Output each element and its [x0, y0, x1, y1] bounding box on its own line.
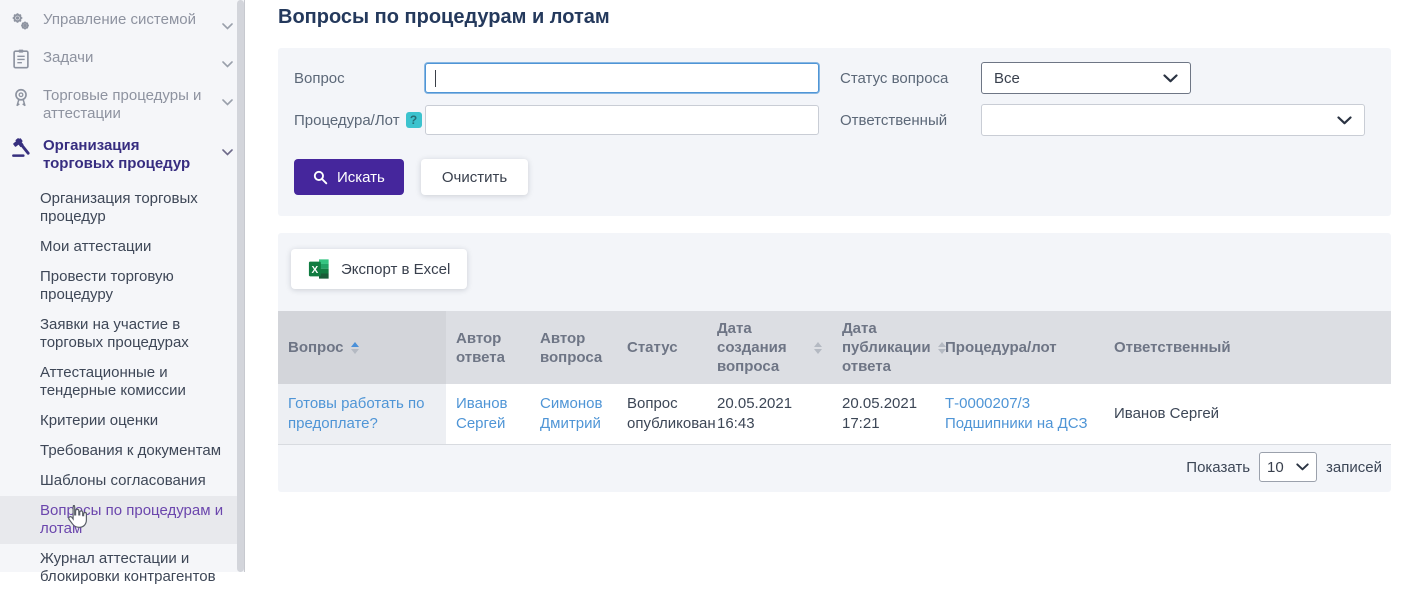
column-header-responsible[interactable]: Ответственный — [1104, 311, 1391, 384]
responsible-filter-label: Ответственный — [840, 112, 981, 129]
cell-question: Готовы работать по предоплате? — [278, 384, 446, 444]
table-header-row: Вопрос Автор ответа Автор вопроса Статус… — [278, 311, 1391, 384]
status-filter-select[interactable]: Все — [981, 62, 1191, 94]
sidebar-item-tasks[interactable]: Задачи — [0, 42, 245, 80]
results-panel: X Экспорт в Excel Вопрос Автор о — [278, 233, 1391, 492]
table-row: Готовы работать по предоплате? Иванов Се… — [278, 384, 1391, 444]
question-author-link[interactable]: Симонов Дмитрий — [540, 395, 602, 432]
chevron-down-icon — [222, 143, 233, 161]
page-title: Вопросы по процедурам и лотам — [278, 6, 1401, 29]
sidebar-item-label: Задачи — [43, 49, 222, 67]
sidebar-subitem[interactable]: Требования к документам — [0, 436, 245, 466]
cell-responsible: Иванов Сергей — [1104, 384, 1391, 444]
column-header-status[interactable]: Статус — [617, 311, 707, 384]
procedure-filter-label: Процедура/Лот ? — [294, 112, 425, 129]
clear-button[interactable]: Очистить — [421, 159, 528, 195]
cell-question-author: Симонов Дмитрий — [530, 384, 617, 444]
column-header-procedure[interactable]: Процедура/лот — [935, 311, 1104, 384]
cell-status: Вопрос опубликован — [617, 384, 707, 444]
sidebar-nav: Управление системой Задачи — [0, 0, 245, 592]
sidebar-scrollbar-thumb[interactable] — [237, 0, 244, 572]
tasks-icon — [8, 48, 34, 70]
svg-text:X: X — [312, 265, 319, 276]
sidebar-item-label: Организация торговых процедур — [43, 137, 222, 173]
sidebar-item-trading-procedures[interactable]: Торговые процедуры и аттестации — [0, 80, 245, 130]
main-content: Вопросы по процедурам и лотам Вопрос Про… — [245, 0, 1401, 572]
chevron-down-icon — [222, 93, 233, 111]
questions-table: Вопрос Автор ответа Автор вопроса Статус… — [278, 311, 1391, 445]
procedure-link[interactable]: Т-0000207/3 Подшипники на ДСЗ — [945, 395, 1088, 432]
search-button[interactable]: Искать — [294, 159, 404, 195]
sidebar: Управление системой Задачи — [0, 0, 245, 572]
sidebar-subitem[interactable]: Мои аттестации — [0, 232, 245, 262]
sidebar-item-label: Торговые процедуры и аттестации — [43, 87, 222, 123]
question-filter-label: Вопрос — [294, 70, 425, 87]
cell-procedure: Т-0000207/3 Подшипники на ДСЗ — [935, 384, 1104, 444]
page-size-value: 10 — [1267, 459, 1284, 476]
answer-author-link[interactable]: Иванов Сергей — [456, 395, 508, 432]
cell-created: 20.05.2021 16:43 — [707, 384, 832, 444]
sidebar-subitem[interactable]: Журнал аттестации и блокировки контраген… — [0, 544, 245, 592]
help-icon[interactable]: ? — [406, 112, 422, 128]
excel-icon: X — [308, 258, 330, 280]
chevron-down-icon — [222, 17, 233, 35]
search-icon — [313, 170, 328, 185]
sidebar-item-label: Управление системой — [43, 11, 222, 29]
cell-answer-author: Иванов Сергей — [446, 384, 530, 444]
sidebar-item-procedure-organization[interactable]: Организация торговых процедур — [0, 130, 245, 180]
sidebar-subitem[interactable]: Шаблоны согласования — [0, 466, 245, 496]
pagination-records-label: записей — [1326, 459, 1382, 476]
sidebar-subitem[interactable]: Заявки на участие в торговых процедурах — [0, 310, 245, 358]
column-header-question-author[interactable]: Автор вопроса — [530, 311, 617, 384]
gears-icon — [8, 10, 34, 34]
filter-panel: Вопрос Процедура/Лот ? — [278, 48, 1391, 216]
text-caret — [435, 70, 436, 87]
sidebar-subitem[interactable]: Организация торговых процедур — [0, 184, 245, 232]
question-filter-input[interactable] — [425, 63, 819, 93]
column-header-created[interactable]: Дата создания вопроса — [707, 311, 832, 384]
chevron-down-icon — [222, 55, 233, 73]
column-header-question[interactable]: Вопрос — [278, 311, 446, 384]
responsible-filter-select[interactable] — [981, 104, 1365, 136]
status-filter-value: Все — [994, 70, 1020, 87]
column-header-published[interactable]: Дата публикации ответа — [832, 311, 935, 384]
column-header-answer-author[interactable]: Автор ответа — [446, 311, 530, 384]
pagination-show-label: Показать — [1186, 459, 1250, 476]
rosette-icon — [8, 86, 34, 110]
sort-icon — [351, 342, 359, 354]
status-filter-label: Статус вопроса — [840, 70, 981, 87]
export-excel-button[interactable]: X Экспорт в Excel — [291, 249, 467, 289]
sidebar-subitem[interactable]: Критерии оценки — [0, 406, 245, 436]
page-size-select[interactable]: 10 — [1259, 452, 1317, 482]
chevron-down-icon — [1337, 116, 1352, 125]
sidebar-subitem[interactable]: Аттестационные и тендерные комиссии — [0, 358, 245, 406]
search-button-label: Искать — [337, 169, 385, 186]
pagination: Показать 10 записей — [1186, 452, 1382, 482]
export-excel-label: Экспорт в Excel — [341, 261, 450, 278]
sidebar-sub-menu: Организация торговых процедур Мои аттест… — [0, 184, 245, 592]
sidebar-subitem-questions-active[interactable]: Вопросы по процедурам и лотам — [0, 496, 245, 544]
procedure-filter-input[interactable] — [425, 105, 819, 135]
sort-icon — [814, 342, 822, 354]
sidebar-subitem[interactable]: Провести торговую процедуру — [0, 262, 245, 310]
chevron-down-icon — [1163, 74, 1178, 83]
chevron-down-icon — [1296, 463, 1309, 471]
gavel-icon — [8, 136, 34, 159]
question-link[interactable]: Готовы работать по предоплате? — [288, 395, 424, 432]
sidebar-item-system-management[interactable]: Управление системой — [0, 4, 245, 42]
cell-published: 20.05.2021 17:21 — [832, 384, 935, 444]
